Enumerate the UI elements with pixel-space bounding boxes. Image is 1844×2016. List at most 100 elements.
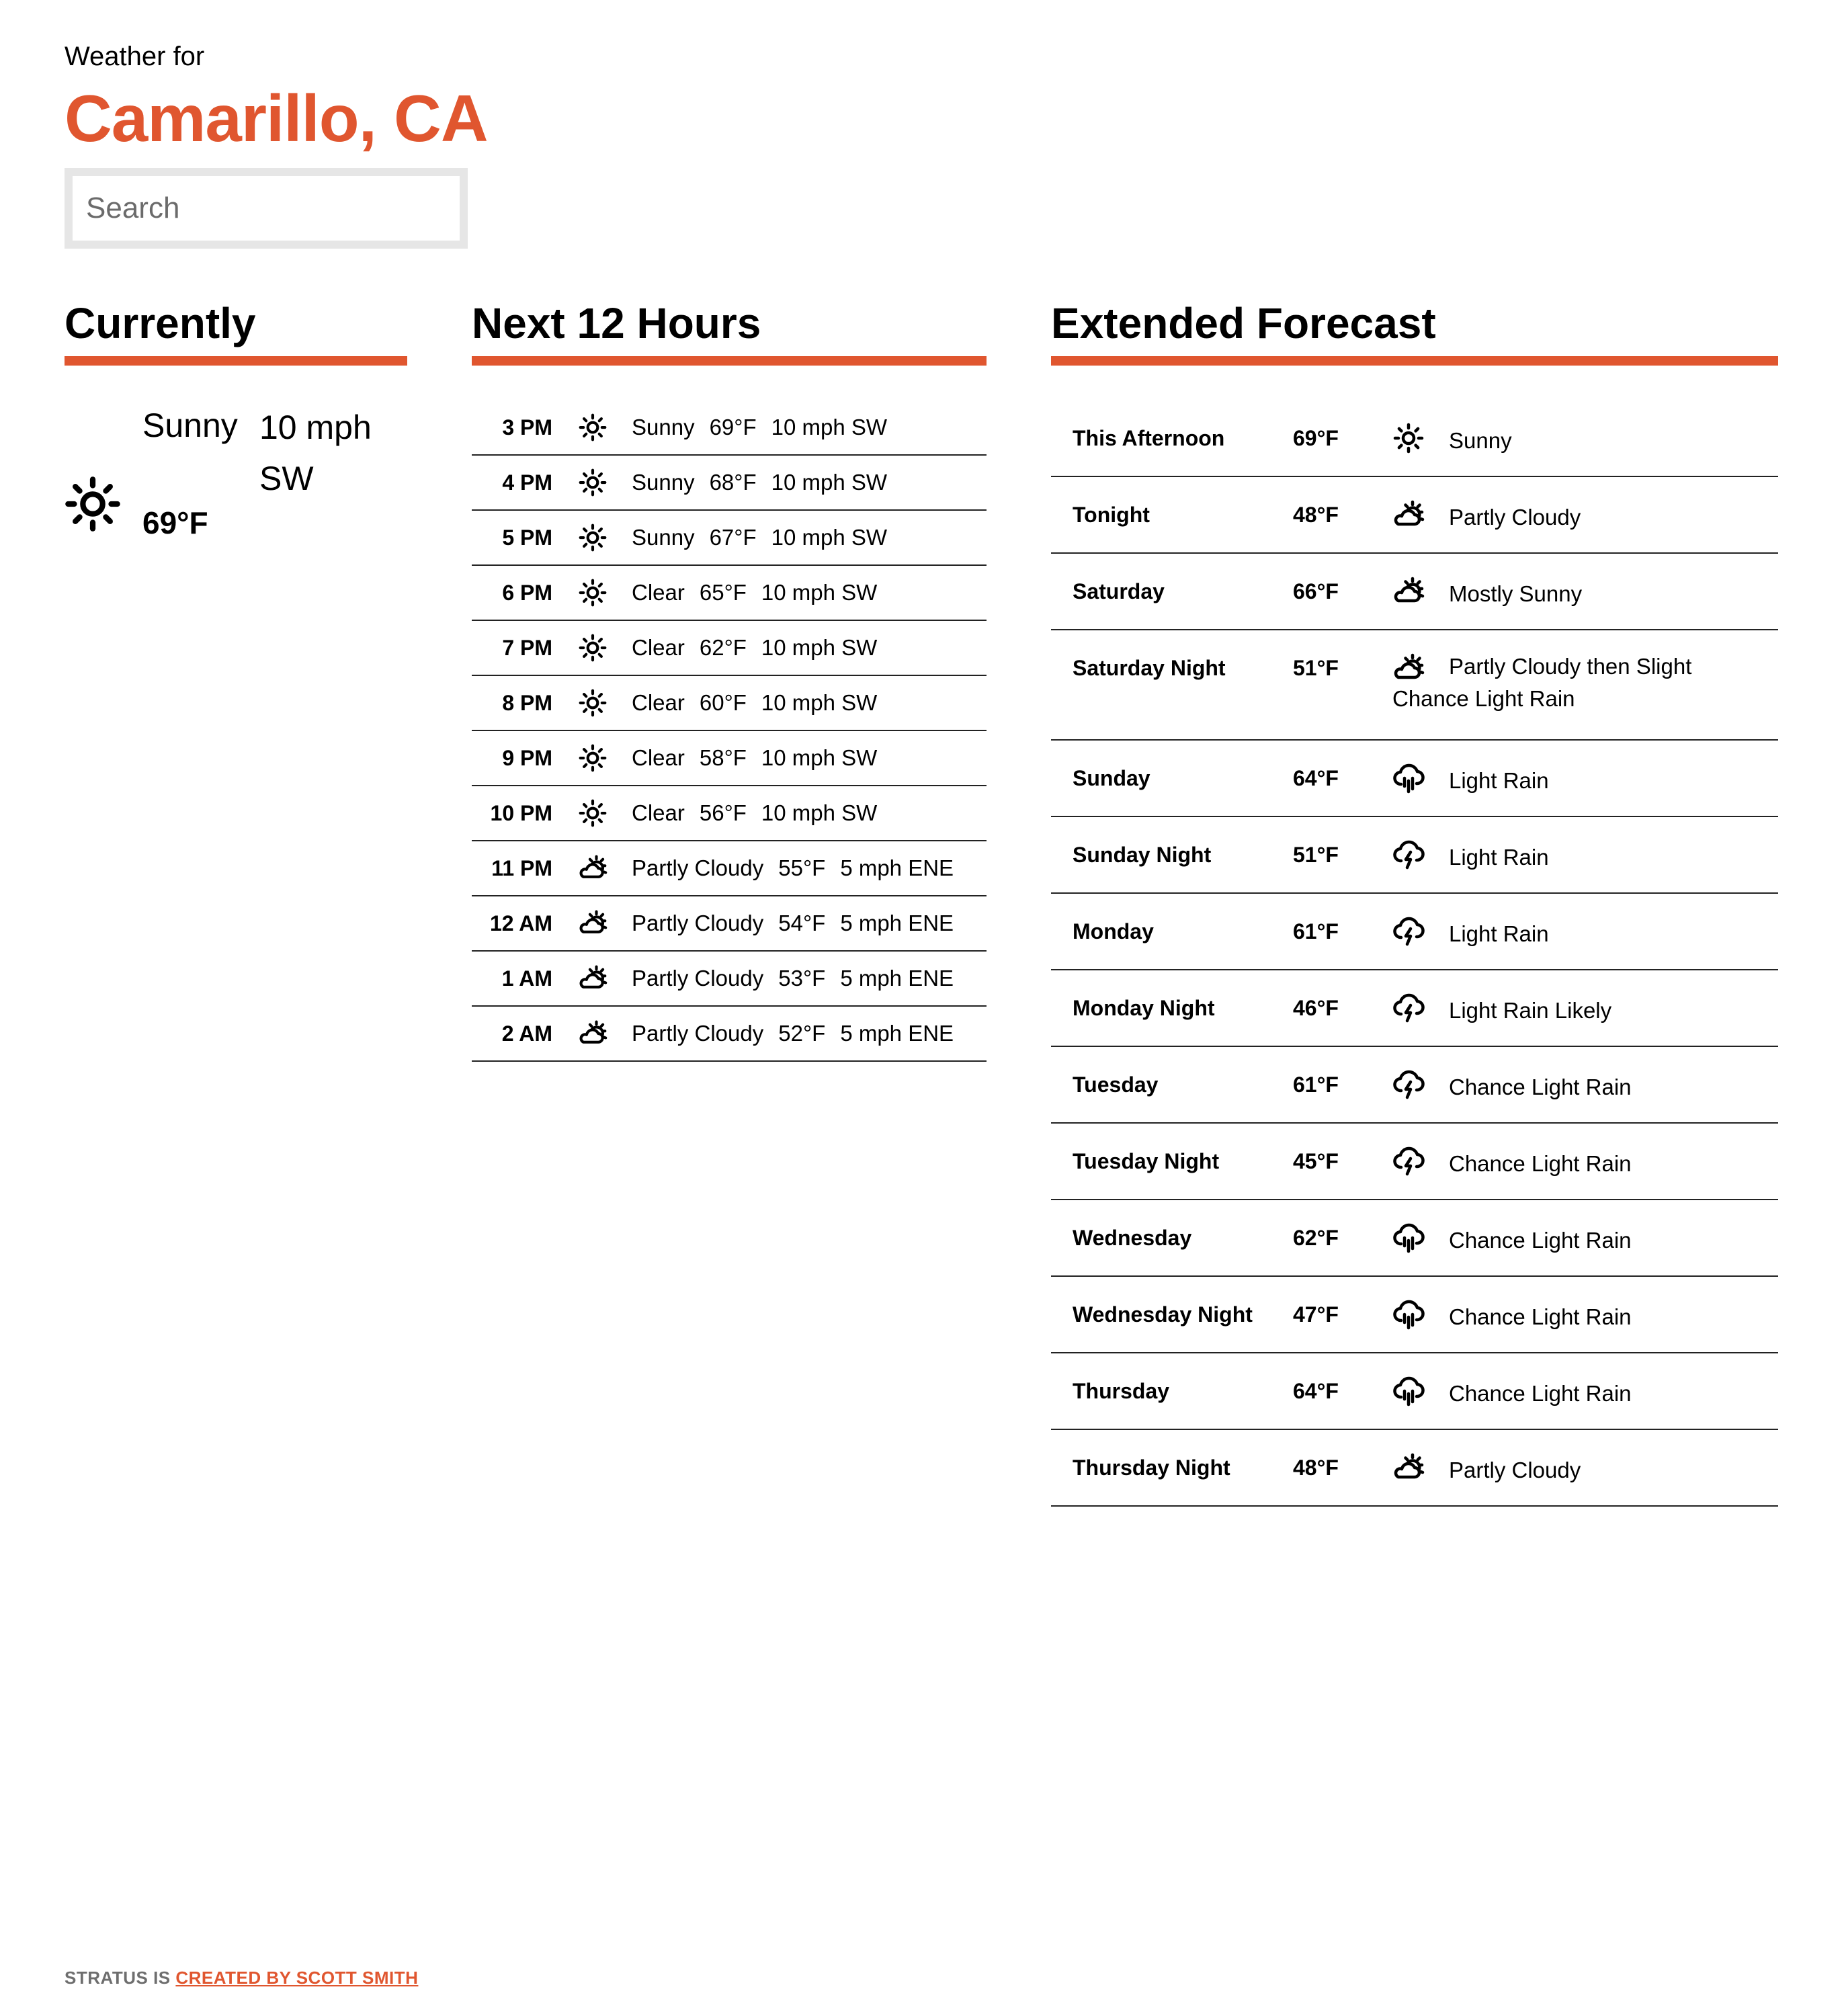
day-condition: Light Rain bbox=[1449, 921, 1549, 946]
currently-heading: Currently bbox=[65, 299, 256, 347]
day-condition: Chance Light Rain bbox=[1449, 1381, 1632, 1406]
hour-details: Sunny 67°F 10 mph SW bbox=[632, 511, 902, 564]
day-condition: Partly Cloudy then Slight Chance Light R… bbox=[1392, 654, 1692, 711]
day-name: Saturday Night bbox=[1073, 656, 1226, 680]
hour-wind: 10 mph SW bbox=[771, 470, 888, 495]
footer-prefix: STRATUS IS bbox=[65, 1968, 171, 1988]
day-condition: Light Rain Likely bbox=[1449, 998, 1612, 1023]
hour-temperature: 69°F bbox=[709, 415, 757, 439]
day-condition: Chance Light Rain bbox=[1449, 1075, 1632, 1099]
hour-time: 5 PM bbox=[502, 526, 552, 550]
hour-temperature: 60°F bbox=[699, 690, 747, 715]
hour-wind: 5 mph ENE bbox=[840, 966, 954, 991]
hour-condition: Clear bbox=[632, 635, 685, 660]
hourly-row: 7 PM Clear 62°F 10 mph SW bbox=[472, 621, 987, 676]
partly-cloudy-icon bbox=[578, 1019, 607, 1048]
sun-icon bbox=[578, 688, 607, 718]
day-temperature: 46°F bbox=[1293, 996, 1339, 1020]
day-temperature: 66°F bbox=[1293, 579, 1339, 603]
partly-cloudy-icon bbox=[578, 964, 607, 993]
day-name: Tonight bbox=[1073, 503, 1150, 527]
hour-time: 3 PM bbox=[502, 415, 552, 439]
extended-row: Wednesday Night 47°F Chance Light Rain bbox=[1051, 1277, 1778, 1353]
hour-details: Partly Cloudy 55°F 5 mph ENE bbox=[632, 841, 968, 895]
hour-temperature: 58°F bbox=[699, 745, 747, 770]
day-temperature: 48°F bbox=[1293, 503, 1339, 527]
hour-temperature: 55°F bbox=[778, 855, 826, 880]
hour-details: Clear 56°F 10 mph SW bbox=[632, 786, 892, 840]
hour-temperature: 52°F bbox=[778, 1021, 826, 1046]
hour-wind: 10 mph SW bbox=[771, 415, 888, 439]
extended-row: Monday 61°F Light Rain bbox=[1051, 894, 1778, 970]
hour-wind: 10 mph SW bbox=[761, 800, 878, 825]
extended-row: Monday Night 46°F Light Rain Likely bbox=[1051, 970, 1778, 1047]
hourly-row: 4 PM Sunny 68°F 10 mph SW bbox=[472, 456, 987, 511]
day-condition: Sunny bbox=[1449, 428, 1512, 453]
extended-row: This Afternoon 69°F Sunny bbox=[1051, 401, 1778, 477]
day-temperature: 51°F bbox=[1293, 843, 1339, 867]
day-condition: Chance Light Rain bbox=[1449, 1228, 1632, 1253]
day-condition: Light Rain bbox=[1449, 845, 1549, 870]
weather-for-label: Weather for bbox=[65, 42, 205, 71]
day-temperature: 61°F bbox=[1293, 1073, 1339, 1097]
sun-icon bbox=[578, 413, 607, 442]
search-input[interactable] bbox=[73, 176, 460, 241]
hour-wind: 10 mph SW bbox=[761, 690, 878, 715]
day-name: Sunday Night bbox=[1073, 843, 1212, 867]
hour-condition: Clear bbox=[632, 800, 685, 825]
extended-row: Thursday Night 48°F Partly Cloudy bbox=[1051, 1430, 1778, 1507]
sun-icon bbox=[578, 578, 607, 607]
hour-details: Partly Cloudy 53°F 5 mph ENE bbox=[632, 952, 968, 1005]
hour-wind: 10 mph SW bbox=[761, 745, 878, 770]
hour-wind: 10 mph SW bbox=[761, 635, 878, 660]
hourly-row: 1 AM Partly Cloudy 53°F 5 mph ENE bbox=[472, 952, 987, 1007]
day-condition: Partly Cloudy bbox=[1449, 505, 1581, 530]
sun-icon bbox=[63, 474, 122, 534]
extended-row: Tonight 48°F Partly Cloudy bbox=[1051, 477, 1778, 554]
day-condition: Light Rain bbox=[1449, 768, 1549, 793]
day-temperature: 45°F bbox=[1293, 1149, 1339, 1173]
hourly-row: 6 PM Clear 65°F 10 mph SW bbox=[472, 566, 987, 621]
day-name: Saturday bbox=[1073, 579, 1165, 603]
hourly-row: 8 PM Clear 60°F 10 mph SW bbox=[472, 676, 987, 731]
sun-icon bbox=[578, 798, 607, 828]
hour-condition: Partly Cloudy bbox=[632, 911, 764, 935]
hour-condition: Clear bbox=[632, 745, 685, 770]
hour-condition: Sunny bbox=[632, 525, 695, 550]
sun-icon bbox=[578, 523, 607, 552]
day-temperature: 51°F bbox=[1293, 656, 1339, 680]
hour-time: 11 PM bbox=[491, 856, 552, 880]
hour-time: 1 AM bbox=[501, 966, 552, 991]
hourly-row: 3 PM Sunny 69°F 10 mph SW bbox=[472, 401, 987, 456]
extended-row: Tuesday Night 45°F Chance Light Rain bbox=[1051, 1124, 1778, 1200]
author-link[interactable]: CREATED BY SCOTT SMITH bbox=[175, 1968, 418, 1988]
sun-icon bbox=[578, 743, 607, 773]
day-temperature: 69°F bbox=[1293, 426, 1339, 450]
extended-row: Sunday 64°F Light Rain bbox=[1051, 741, 1778, 817]
hour-wind: 10 mph SW bbox=[771, 525, 888, 550]
hour-time: 10 PM bbox=[490, 801, 552, 825]
day-name: Wednesday bbox=[1073, 1226, 1192, 1250]
hourly-row: 5 PM Sunny 67°F 10 mph SW bbox=[472, 511, 987, 566]
hour-details: Clear 60°F 10 mph SW bbox=[632, 676, 892, 730]
hour-wind: 5 mph ENE bbox=[840, 1021, 954, 1046]
hour-time: 4 PM bbox=[502, 470, 552, 495]
day-name: Tuesday bbox=[1073, 1073, 1159, 1097]
hourly-row: 11 PM Partly Cloudy 55°F 5 mph ENE bbox=[472, 841, 987, 896]
hour-details: Clear 65°F 10 mph SW bbox=[632, 566, 892, 620]
day-condition: Chance Light Rain bbox=[1449, 1151, 1632, 1176]
day-temperature: 48°F bbox=[1293, 1456, 1339, 1480]
current-temperature: 69°F bbox=[142, 505, 208, 540]
hour-details: Clear 58°F 10 mph SW bbox=[632, 731, 892, 785]
hour-condition: Clear bbox=[632, 690, 685, 715]
day-temperature: 47°F bbox=[1293, 1302, 1339, 1327]
hour-condition: Partly Cloudy bbox=[632, 1021, 764, 1046]
partly-cloudy-icon bbox=[578, 853, 607, 883]
hour-wind: 10 mph SW bbox=[761, 580, 878, 605]
hour-condition: Sunny bbox=[632, 470, 695, 495]
hour-temperature: 62°F bbox=[699, 635, 747, 660]
hour-condition: Sunny bbox=[632, 415, 695, 439]
day-name: Tuesday Night bbox=[1073, 1149, 1220, 1173]
next-12-hours-rule bbox=[472, 356, 987, 366]
hour-condition: Clear bbox=[632, 580, 685, 605]
